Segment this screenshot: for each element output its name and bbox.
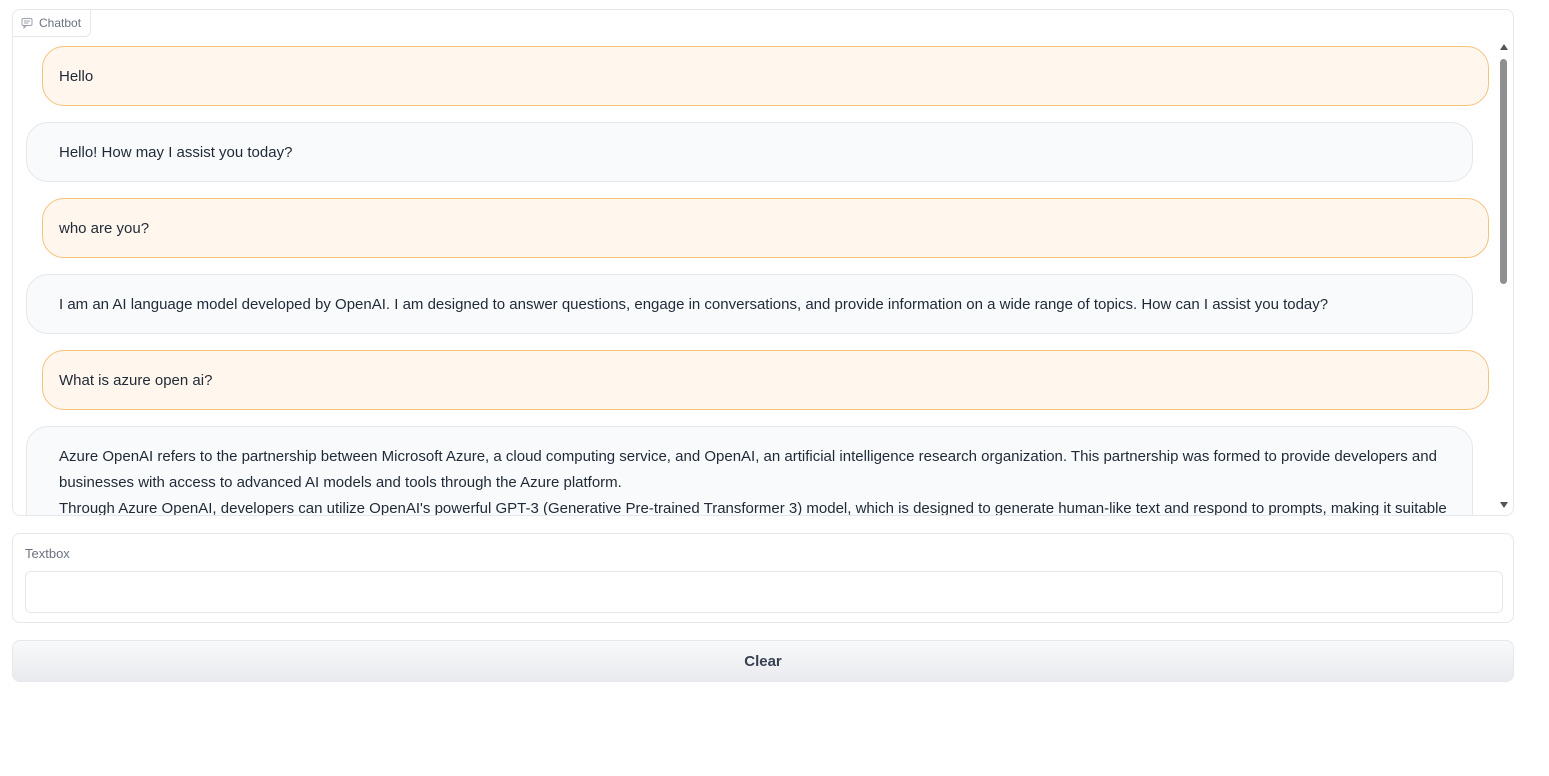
message-input[interactable]	[25, 571, 1503, 613]
message-list[interactable]: Hello Hello! How may I assist you today?…	[13, 10, 1513, 515]
user-message: who are you?	[42, 198, 1489, 258]
bot-message: Azure OpenAI refers to the partnership b…	[26, 426, 1473, 515]
message-text: Through Azure OpenAI, developers can uti…	[59, 500, 1447, 515]
scroll-down-arrow-icon[interactable]	[1500, 502, 1508, 508]
message-text: Azure OpenAI refers to the partnership b…	[59, 448, 1437, 465]
scroll-up-arrow-icon[interactable]	[1500, 44, 1508, 50]
message-text: I am an AI language model developed by O…	[59, 296, 1329, 313]
message-text: businesses with access to advanced AI mo…	[59, 474, 622, 491]
user-message: Hello	[42, 46, 1489, 106]
textbox-label: Textbox	[25, 546, 70, 561]
user-message: What is azure open ai?	[42, 350, 1489, 410]
bot-message: I am an AI language model developed by O…	[26, 274, 1473, 334]
clear-button[interactable]: Clear	[12, 640, 1514, 682]
app: Chatbot Hello Hello! How may I assist yo…	[0, 0, 1549, 776]
message-text: Hello	[59, 68, 94, 85]
chatbot-label-text: Chatbot	[39, 16, 82, 30]
message-text: What is azure open ai?	[59, 372, 213, 389]
chatbot-panel: Chatbot Hello Hello! How may I assist yo…	[12, 9, 1514, 516]
scrollbar-thumb[interactable]	[1500, 59, 1507, 284]
textbox-panel: Textbox	[12, 533, 1514, 623]
message-text: Hello! How may I assist you today?	[59, 144, 293, 161]
message-text: who are you?	[59, 220, 150, 237]
chat-scrollbar[interactable]	[1499, 42, 1509, 512]
bot-message: Hello! How may I assist you today?	[26, 122, 1473, 182]
chatbot-label: Chatbot	[13, 10, 92, 37]
chat-icon	[21, 17, 33, 30]
